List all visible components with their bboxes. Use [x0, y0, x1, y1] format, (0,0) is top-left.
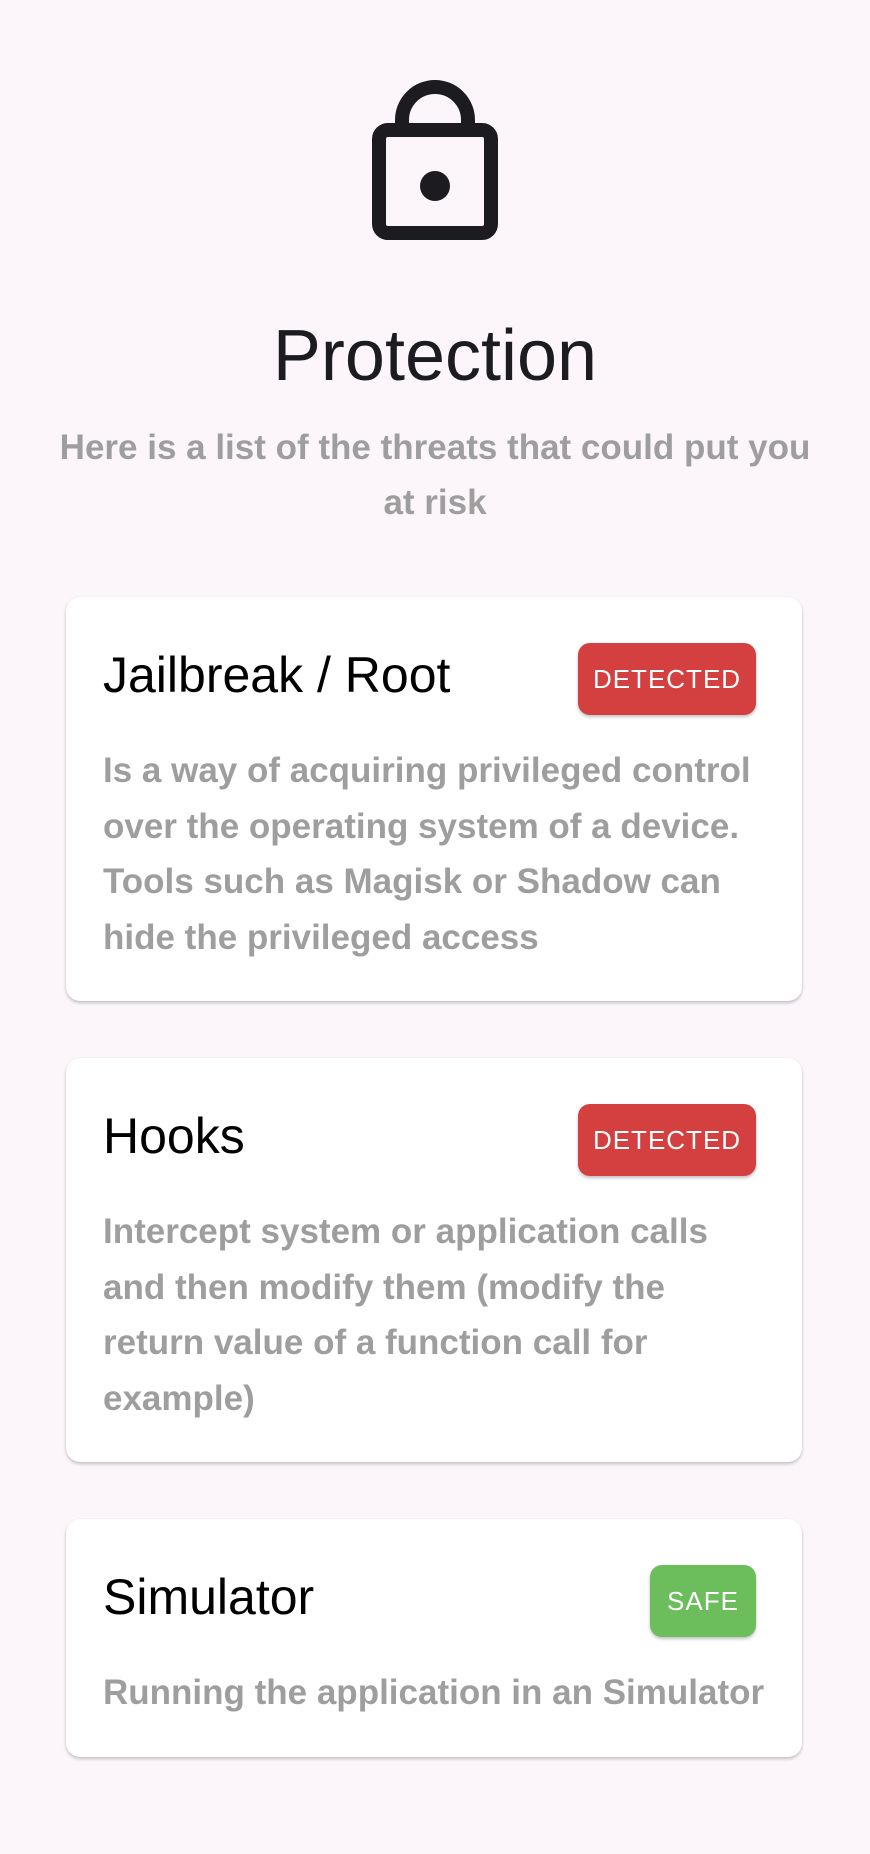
threat-card-simulator: Simulator SAFE Running the application i… [66, 1519, 802, 1757]
threat-title: Hooks [103, 1108, 245, 1164]
status-badge: SAFE [650, 1565, 756, 1637]
page-subtitle: Here is a list of the threats that could… [59, 428, 811, 522]
threat-description: Running the application in an Simulator [103, 1673, 765, 1712]
lock-open-icon [372, 80, 498, 240]
lock-icon-container [0, 70, 870, 240]
threat-card-hooks: Hooks DETECTED Intercept system or appli… [66, 1058, 802, 1462]
status-badge: DETECTED [578, 1104, 756, 1176]
threat-title: Jailbreak / Root [103, 647, 451, 703]
page-title: Protection [272, 316, 598, 396]
protection-screen: Protection Here is a list of the threats… [0, 0, 870, 1854]
threat-card-jailbreak: Jailbreak / Root DETECTED Is a way of ac… [66, 597, 802, 1001]
threat-description: Is a way of acquiring privileged control… [103, 751, 751, 957]
status-badge: DETECTED [578, 643, 756, 715]
threat-description: Intercept system or application calls an… [103, 1212, 708, 1418]
threat-title: Simulator [103, 1569, 315, 1625]
